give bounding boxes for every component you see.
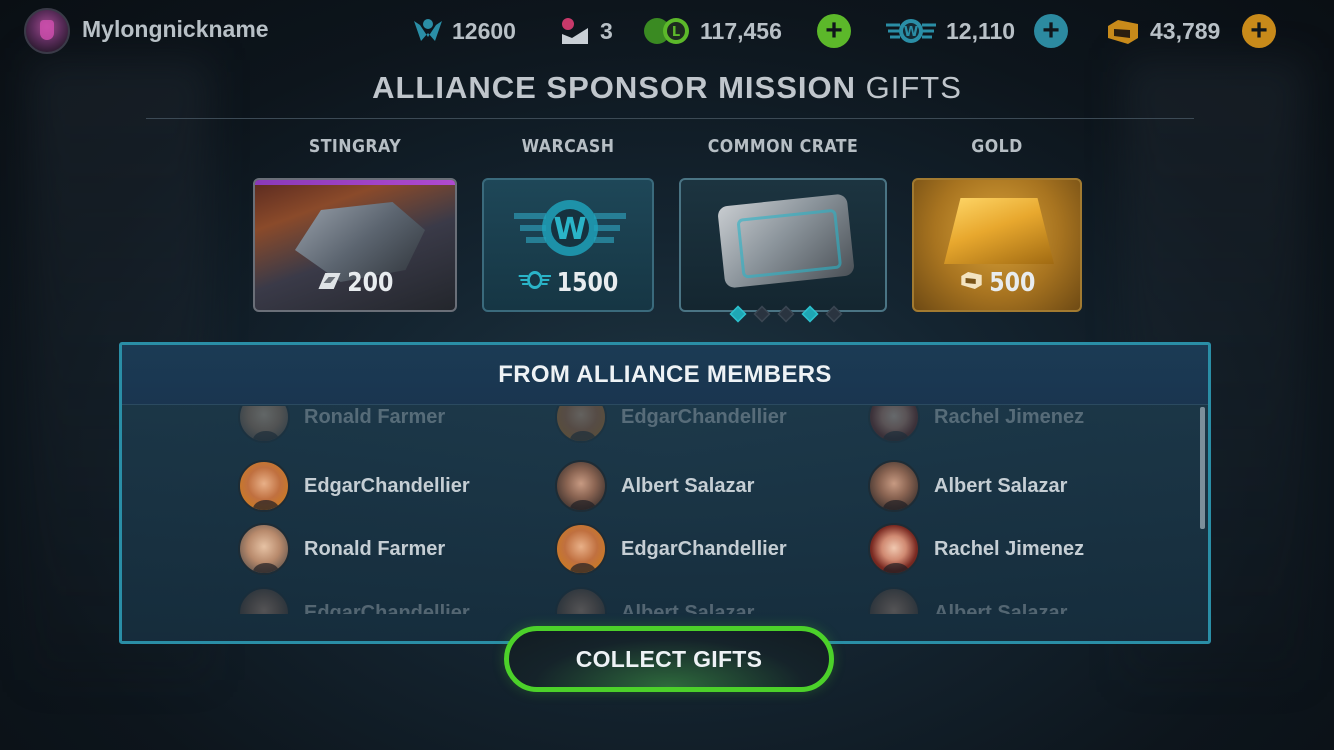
warcash-stat: W 12,110 <box>884 14 1015 48</box>
members-scrollbar[interactable] <box>1200 407 1205 529</box>
member-item[interactable]: Ronald Farmer <box>238 522 445 576</box>
gift-amount: 200 <box>270 268 440 299</box>
svg-text:L: L <box>672 25 680 40</box>
member-item[interactable]: Ronald Farmer <box>238 406 445 444</box>
member-avatar <box>555 460 607 512</box>
member-avatar <box>238 406 290 443</box>
member-avatar <box>238 587 290 614</box>
member-item[interactable]: Albert Salazar <box>555 586 754 614</box>
warcash-icon: W <box>884 16 938 46</box>
member-name: Ronald Farmer <box>304 537 446 560</box>
pager-dot[interactable] <box>777 305 795 323</box>
warcash-emblem-icon: W <box>514 200 626 256</box>
member-avatar <box>868 587 920 614</box>
pager-dot[interactable] <box>825 305 843 323</box>
member-name: Albert Salazar <box>621 474 755 497</box>
member-name: Albert Salazar <box>934 474 1068 497</box>
warcash-add-wrap: + <box>1034 14 1068 48</box>
player-username: Mylongnickname <box>82 16 269 42</box>
mail-stat[interactable]: 3 <box>558 14 613 48</box>
gift-card: 500 <box>912 178 1082 312</box>
rank-icon <box>412 15 444 47</box>
gold-add-wrap: + <box>1242 14 1276 48</box>
gold-small-icon <box>959 268 985 298</box>
member-name: EdgarChandellier <box>304 474 470 497</box>
member-item[interactable]: Rachel Jimenez <box>868 406 1084 444</box>
gift-amount-value: 200 <box>347 267 394 298</box>
member-name: EdgarChandellier <box>304 601 470 615</box>
gift-amount-value: 1500 <box>556 267 619 298</box>
member-avatar <box>238 523 290 575</box>
member-name: Ronald Farmer <box>304 406 446 428</box>
member-item[interactable]: EdgarChandellier <box>555 406 787 444</box>
gift-amount: 1500 <box>497 268 640 299</box>
title-divider <box>146 118 1194 119</box>
member-name: EdgarChandellier <box>621 406 787 428</box>
member-avatar <box>555 406 607 443</box>
gold-value: 43,789 <box>1150 17 1221 44</box>
player-avatar[interactable] <box>24 8 70 54</box>
member-name: EdgarChandellier <box>621 537 787 560</box>
add-gold-button[interactable]: + <box>1242 14 1276 48</box>
add-credits-button[interactable]: + <box>817 14 851 48</box>
gift-label: GOLD <box>971 136 1023 157</box>
member-item[interactable]: Albert Salazar <box>868 459 1067 513</box>
member-name: Rachel Jimenez <box>934 406 1085 428</box>
warcash-value: 12,110 <box>946 17 1016 44</box>
credits-add-wrap: + <box>817 14 851 48</box>
svg-text:W: W <box>553 212 586 247</box>
top-bar: Mylongnickname 12600 3 L 117,456 + W 12,… <box>0 0 1334 62</box>
gift-amount: 500 <box>926 268 1067 299</box>
member-avatar <box>868 460 920 512</box>
gold-stat: 43,789 <box>1104 14 1220 48</box>
add-warcash-button[interactable]: + <box>1034 14 1068 48</box>
crate-image <box>717 193 855 289</box>
mail-icon <box>558 16 592 46</box>
page-title: ALLIANCE SPONSOR MISSION GIFTS <box>0 70 1334 106</box>
ship-parts-icon <box>317 268 343 298</box>
member-avatar <box>238 460 290 512</box>
member-avatar <box>868 406 920 443</box>
page-title-strong: ALLIANCE SPONSOR MISSION <box>372 70 856 105</box>
pager-dot[interactable] <box>801 305 819 323</box>
gift-label: COMMON CRATE <box>707 136 859 157</box>
svg-text:W: W <box>904 25 918 40</box>
credits-value: 117,456 <box>700 17 782 44</box>
panel-header: FROM ALLIANCE MEMBERS <box>122 345 1208 405</box>
member-name: Albert Salazar <box>621 601 755 615</box>
members-list[interactable]: Ronald Farmer EdgarChandellier Rachel Ji… <box>122 406 1208 614</box>
alliance-members-panel: FROM ALLIANCE MEMBERS Ronald Farmer Edga… <box>119 342 1211 644</box>
gift-label: STINGRAY <box>308 136 402 157</box>
pager-dot[interactable] <box>753 305 771 323</box>
member-avatar <box>868 523 920 575</box>
gift-card: W 1500 <box>482 178 654 312</box>
collect-gifts-button[interactable]: COLLECT GIFTS <box>504 626 834 692</box>
gift-label: WARCASH <box>521 136 615 157</box>
member-avatar <box>555 587 607 614</box>
credits-icon: L <box>642 16 692 46</box>
member-item[interactable]: Rachel Jimenez <box>868 522 1084 576</box>
member-item[interactable]: Albert Salazar <box>555 459 754 513</box>
gift-card <box>679 178 887 312</box>
member-item[interactable]: EdgarChandellier <box>238 459 470 513</box>
member-item[interactable]: EdgarChandellier <box>555 522 787 576</box>
page-title-light: GIFTS <box>855 70 962 105</box>
credits-stat: L 117,456 <box>642 14 782 48</box>
member-avatar <box>555 523 607 575</box>
pager-dot[interactable] <box>729 305 747 323</box>
member-item[interactable]: Albert Salazar <box>868 586 1067 614</box>
gift-card: 200 <box>253 178 457 312</box>
gold-icon <box>1104 16 1142 46</box>
mail-count: 3 <box>600 17 613 44</box>
gold-bars-image <box>944 198 1054 264</box>
panel-title: FROM ALLIANCE MEMBERS <box>498 361 832 388</box>
warcash-small-icon <box>518 268 552 298</box>
rank-value: 12600 <box>452 17 516 44</box>
gift-amount-value: 500 <box>989 267 1036 298</box>
crate-pager <box>729 305 843 323</box>
member-item[interactable]: EdgarChandellier <box>238 586 470 614</box>
member-name: Rachel Jimenez <box>934 537 1085 560</box>
rank-stat: 12600 <box>412 14 516 48</box>
member-name: Albert Salazar <box>934 601 1068 615</box>
